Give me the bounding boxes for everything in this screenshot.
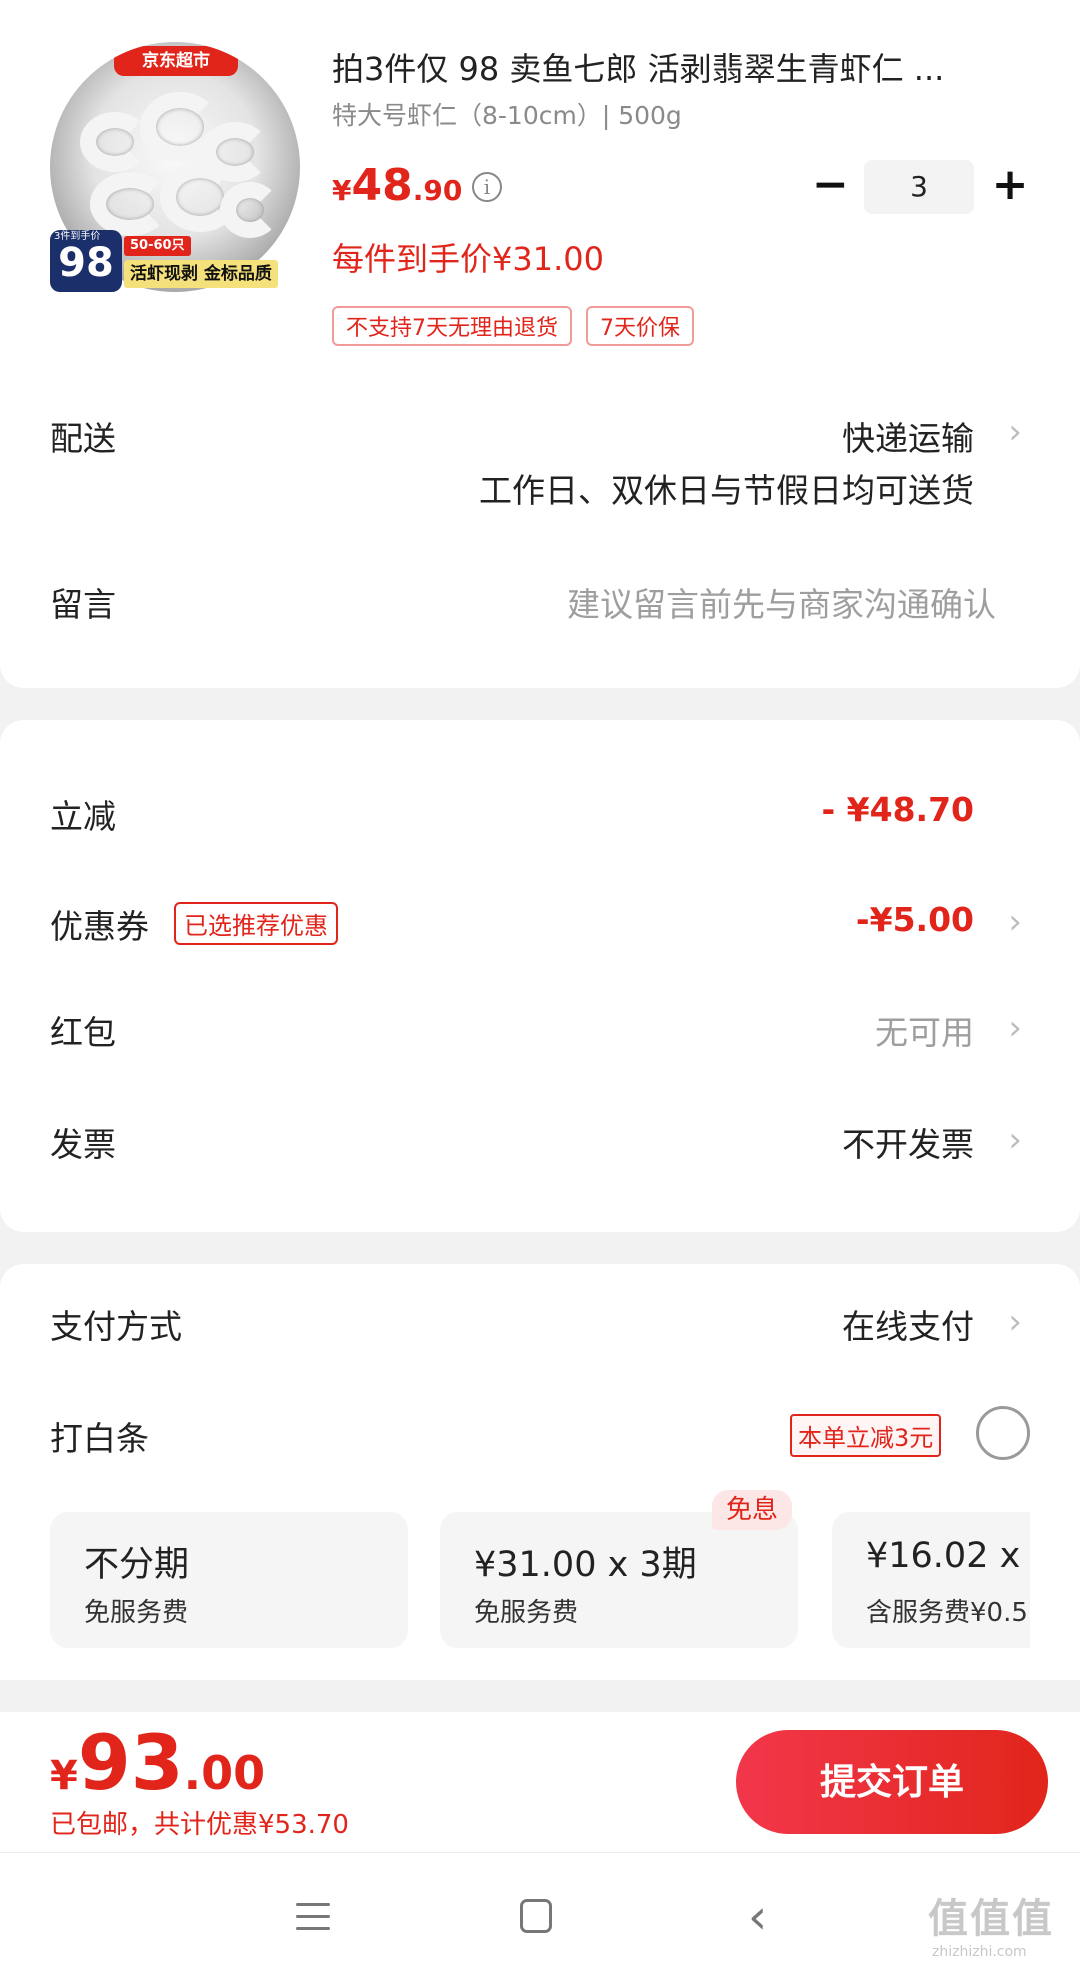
menu-icon[interactable] [296, 1903, 330, 1933]
coupon-value[interactable]: -¥5.00 [856, 900, 974, 939]
delivery-note: 工作日、双休日与节假日均可送货 [479, 471, 974, 510]
quantity-decrease-button[interactable]: − [812, 160, 849, 210]
product-price: ¥48.90 [332, 160, 462, 211]
baitiao-label: 打白条 [50, 1419, 149, 1458]
installment-plan[interactable]: ¥16.02 x 6 含服务费¥0.5 [832, 1512, 1030, 1648]
redpacket-value[interactable]: 无可用 [875, 1006, 974, 1054]
submit-order-button[interactable]: 提交订单 [736, 1730, 1048, 1834]
plan-amount: ¥31.00 x 3期 [474, 1545, 697, 1585]
invoice-value[interactable]: 不开发票 [842, 1118, 974, 1166]
promo-price-badge: 3件到手价 98 [50, 230, 122, 292]
installment-plan[interactable]: 不分期 免服务费 [50, 1512, 408, 1648]
price-currency: ¥ [332, 174, 352, 207]
promo-banner: 3件到手价 98 50-60只 活虾现剥 金标品质 [50, 230, 300, 292]
plan-amount: ¥16.02 x 6 [866, 1536, 1030, 1576]
message-input[interactable]: 建议留言前先与商家沟通确认 [567, 578, 996, 626]
system-nav-bar: ‹ [0, 1852, 1080, 1980]
plan-fee: 含服务费¥0.5 [866, 1598, 1028, 1628]
watermark-url: zhizhizhi.com [932, 1944, 1027, 1960]
chevron-right-icon[interactable]: › [1008, 1120, 1022, 1160]
delivery-method[interactable]: 快递运输 [842, 412, 974, 460]
instant-discount-value: - ¥48.70 [821, 790, 974, 829]
baitiao-radio[interactable] [976, 1406, 1030, 1460]
product-spec[interactable]: 特大号虾仁（8-10cm）| 500g [332, 96, 682, 132]
quantity-increase-button[interactable]: + [990, 160, 1030, 210]
back-icon[interactable]: ‹ [748, 1889, 767, 1945]
price-integer: 48 [351, 160, 413, 211]
watermark: 值值值 [928, 1896, 1054, 1942]
plan-fee: 免服务费 [84, 1598, 189, 1628]
delivery-label: 配送 [50, 419, 116, 458]
info-icon[interactable]: i [472, 172, 502, 202]
total-decimal: .00 [183, 1746, 266, 1800]
redpacket-label: 红包 [50, 1013, 116, 1052]
plan-amount: 不分期 [84, 1545, 190, 1585]
quantity-input[interactable]: 3 [864, 160, 974, 214]
home-icon[interactable] [520, 1899, 552, 1933]
plan-fee: 免服务费 [474, 1598, 579, 1628]
chevron-right-icon[interactable]: › [1008, 412, 1022, 452]
payment-method-label: 支付方式 [50, 1307, 182, 1346]
promo-quality-tag: 活虾现剥 金标品质 [124, 260, 278, 288]
each-price: 每件到手价¥31.00 [332, 240, 604, 278]
total-price: ¥93.00 [50, 1718, 265, 1807]
installment-plan[interactable]: ¥31.00 x 3期 免服务费 [440, 1512, 798, 1648]
message-label: 留言 [50, 585, 116, 624]
payment-method-value[interactable]: 在线支付 [842, 1300, 974, 1348]
coupon-label: 优惠券 [50, 907, 149, 946]
no-return-tag: 不支持7天无理由退货 [332, 306, 572, 346]
discount-summary[interactable]: 已包邮，共计优惠¥53.70 [50, 1804, 349, 1841]
total-integer: 93 [77, 1718, 184, 1807]
instant-discount-label: 立减 [50, 797, 116, 836]
installment-plans: 不分期 免服务费 ¥31.00 x 3期 免服务费 ¥16.02 x 6 含服务… [50, 1512, 1030, 1650]
service-tags: 不支持7天无理由退货 7天价保 [332, 306, 694, 346]
baitiao-discount-tag: 本单立减3元 [790, 1414, 942, 1457]
interest-free-badge: 免息 [712, 1490, 793, 1530]
invoice-label: 发票 [50, 1125, 116, 1164]
total-currency: ¥ [50, 1753, 78, 1799]
promo-price: 98 [58, 240, 114, 286]
chevron-right-icon[interactable]: › [1008, 1302, 1022, 1342]
price-protect-tag: 7天价保 [586, 306, 694, 346]
promo-count-tag: 50-60只 [124, 236, 191, 256]
chevron-right-icon[interactable]: › [1008, 902, 1022, 942]
coupon-recommended-tag: 已选推荐优惠 [174, 902, 338, 945]
promo-price-label: 3件到手价 [54, 231, 101, 242]
price-decimal: .90 [412, 174, 463, 207]
chevron-right-icon[interactable]: › [1008, 1008, 1022, 1048]
product-title[interactable]: 拍3件仅 98 卖鱼七郎 活剥翡翠生青虾仁 ... [332, 48, 1032, 90]
store-badge: 京东超市 [114, 46, 238, 76]
shrimp-graphic [90, 172, 170, 236]
